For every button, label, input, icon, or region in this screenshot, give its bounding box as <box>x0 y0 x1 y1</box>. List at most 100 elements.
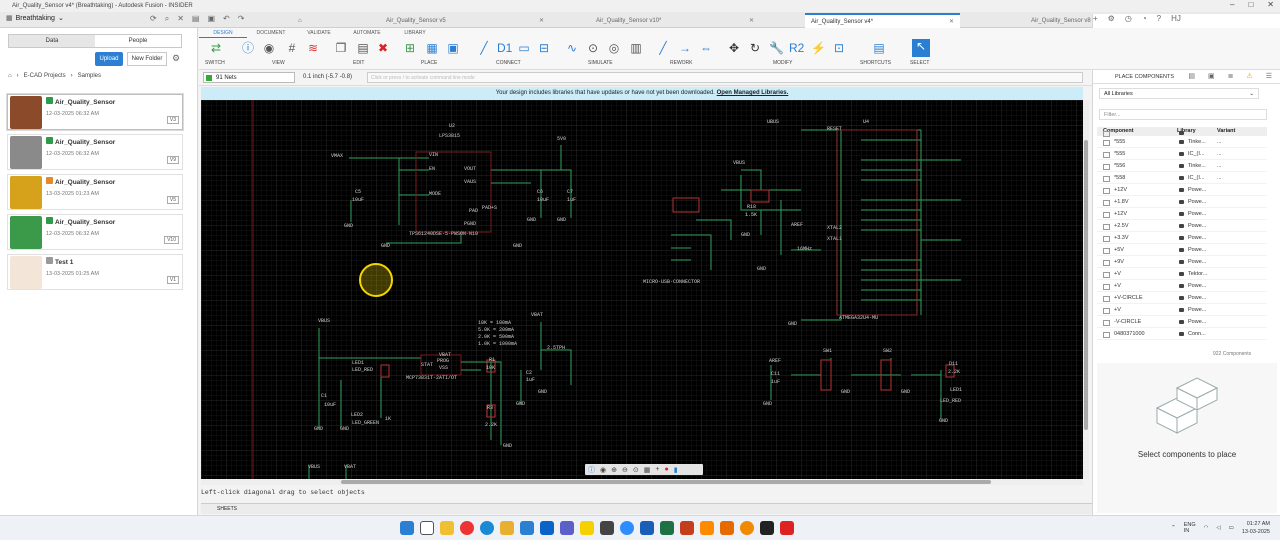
add-icon[interactable]: + <box>655 466 659 473</box>
net-selector[interactable]: 91 Nets <box>203 72 295 83</box>
folder-icon[interactable] <box>500 521 514 535</box>
undo-icon[interactable]: ↶ <box>223 14 230 24</box>
language-indicator[interactable]: ENG IN <box>1184 522 1196 534</box>
fusion-icon[interactable] <box>700 521 714 535</box>
table-row[interactable]: +V Powe... <box>1097 304 1267 316</box>
filter-icon[interactable]: ≣ <box>1228 70 1234 84</box>
arrow-icon[interactable]: → <box>678 41 692 55</box>
group-place[interactable]: PLACE <box>421 60 437 66</box>
eye-icon[interactable]: ◉ <box>262 41 276 55</box>
simulate-icon[interactable]: ∿ <box>565 41 579 55</box>
acrobat-icon[interactable] <box>780 521 794 535</box>
refresh-icon[interactable]: ⟳ <box>150 14 157 24</box>
table-row[interactable]: +12V Powe... <box>1097 208 1267 220</box>
group-rework[interactable]: REWORK <box>670 60 693 66</box>
column-header[interactable]: Library <box>1177 127 1217 136</box>
close-icon[interactable]: ✕ <box>749 17 754 24</box>
word-icon[interactable] <box>640 521 654 535</box>
version-badge[interactable]: V5 <box>166 196 179 204</box>
shortcuts-icon[interactable]: ▤ <box>872 41 886 55</box>
move-icon[interactable]: ✥ <box>727 41 741 55</box>
table-row[interactable]: *555 Tinke...... <box>1097 136 1267 148</box>
search-icon[interactable]: ⌕ <box>165 14 169 24</box>
table-row[interactable]: +9V Powe... <box>1097 256 1267 268</box>
analysis-icon[interactable]: ◎ <box>607 41 621 55</box>
layers-icon[interactable]: ≋ <box>306 41 320 55</box>
table-row[interactable]: +V Tektor... <box>1097 268 1267 280</box>
list-item[interactable]: Air_Quality_Sensor 12-03-2025 06:32 AM V3 <box>7 94 183 130</box>
volume-icon[interactable]: ◁ <box>1216 525 1220 531</box>
table-row[interactable]: +V-CIRCLE Powe... <box>1097 292 1267 304</box>
value-icon[interactable]: R2 <box>789 41 804 55</box>
zoom-icon[interactable] <box>620 521 634 535</box>
list-item[interactable]: Air_Quality_Sensor 12-03-2025 06:32 AM V9 <box>7 134 183 170</box>
list-item[interactable]: Test 1 13-03-2025 01:25 AM V1 <box>7 254 183 290</box>
zoom-out-icon[interactable]: ⊖ <box>622 466 628 474</box>
tab-automate[interactable]: AUTOMATE <box>343 28 391 38</box>
close-icon[interactable]: ✕ <box>949 18 954 25</box>
attribute-icon[interactable]: ⚡ <box>811 41 826 55</box>
eye-icon[interactable]: ◉ <box>600 466 606 474</box>
horizontal-scrollbar[interactable] <box>201 479 1083 485</box>
group-view[interactable]: VIEW <box>272 60 285 66</box>
label-icon[interactable]: ▭ <box>517 41 531 55</box>
line-icon[interactable]: ╱ <box>656 41 670 55</box>
table-row[interactable]: +12V Powe... <box>1097 184 1267 196</box>
maximize-icon[interactable]: □ <box>1248 0 1253 9</box>
group-select[interactable]: SELECT <box>910 60 929 66</box>
version-badge[interactable]: V9 <box>166 156 179 164</box>
tab-doc-2[interactable]: Air_Quality_Sensor v10* ✕ <box>590 13 760 28</box>
save-icon[interactable]: ▣ <box>207 14 215 24</box>
table-row[interactable]: *556 Tinke...... <box>1097 160 1267 172</box>
minimize-icon[interactable]: – <box>1230 0 1234 9</box>
list-item[interactable]: Air_Quality_Sensor 12-03-2025 06:32 AM V10 <box>7 214 183 250</box>
close-icon[interactable]: ✕ <box>177 14 184 24</box>
tab-doc-3[interactable]: Air_Quality_Sensor v4* ✕ <box>805 13 960 28</box>
powerpoint-icon[interactable] <box>680 521 694 535</box>
home-tab[interactable]: ⌂ <box>292 13 304 28</box>
place-frame-icon[interactable]: ▦ <box>425 41 439 55</box>
table-row[interactable]: +V Powe... <box>1097 280 1267 292</box>
close-icon[interactable]: ✕ <box>1267 0 1274 9</box>
split-icon[interactable]: ⇔ <box>699 41 713 55</box>
list-icon[interactable]: ☰ <box>1266 70 1272 84</box>
tab-validate[interactable]: VALIDATE <box>295 28 343 38</box>
probe-icon[interactable]: ⊙ <box>586 41 600 55</box>
tab-document[interactable]: DOCUMENT <box>247 28 295 38</box>
library-dropdown[interactable]: All Libraries ⌄ <box>1099 88 1259 99</box>
tab-data[interactable]: Data <box>9 35 95 47</box>
chevron-up-icon[interactable]: ⌃ <box>1171 525 1176 531</box>
table-row[interactable]: *558 IC_(I...... <box>1097 172 1267 184</box>
table-row[interactable]: +1.8V Powe... <box>1097 196 1267 208</box>
edge-icon[interactable] <box>480 521 494 535</box>
place-block-icon[interactable]: ▣ <box>446 41 460 55</box>
filter-input[interactable]: Filter... <box>1099 109 1267 120</box>
table-row[interactable]: 0480371000 Conn... <box>1097 328 1267 340</box>
table-row[interactable]: -V-CIRCLE Powe... <box>1097 316 1267 328</box>
breadcrumb-item[interactable]: Samples <box>78 73 101 79</box>
table-row[interactable]: +2.5V Powe... <box>1097 220 1267 232</box>
zoom-fit-icon[interactable]: ⊙ <box>633 466 639 474</box>
tab-design[interactable]: DESIGN <box>199 28 247 38</box>
vertical-scrollbar[interactable] <box>1083 100 1089 479</box>
chrome-icon[interactable] <box>460 521 474 535</box>
breadcrumb-item[interactable]: E-CAD Projects <box>24 73 66 79</box>
file-icon[interactable]: ▤ <box>192 14 200 24</box>
workspace-selector[interactable]: ▦ Breathtaking ⌄ <box>6 14 66 23</box>
group-shortcuts[interactable]: SHORTCUTS <box>860 60 891 66</box>
column-header[interactable]: Component <box>1097 127 1177 137</box>
info-icon[interactable]: ⓘ <box>588 465 595 475</box>
copy-icon[interactable]: ❐ <box>334 41 348 55</box>
schematic-canvas[interactable]: U2 LPS3815 VMAX C5 10uF GND GND TPS61240DSE-5-P… <box>201 100 1083 479</box>
sticky-icon[interactable] <box>580 521 594 535</box>
add-part-icon[interactable]: ⊞ <box>403 41 417 55</box>
delete-icon[interactable]: ✖ <box>376 41 390 55</box>
excel-icon[interactable] <box>660 521 674 535</box>
app-icon[interactable] <box>720 521 734 535</box>
version-badge[interactable]: V1 <box>166 276 179 284</box>
outlook-icon[interactable] <box>540 521 554 535</box>
group-simulate[interactable]: SIMULATE <box>588 60 613 66</box>
warning-icon[interactable]: ⚠ <box>1246 70 1252 84</box>
switch-icon[interactable]: ⇄ <box>209 41 223 55</box>
tab-doc-1[interactable]: Air_Quality_Sensor v5 ✕ <box>380 13 550 28</box>
